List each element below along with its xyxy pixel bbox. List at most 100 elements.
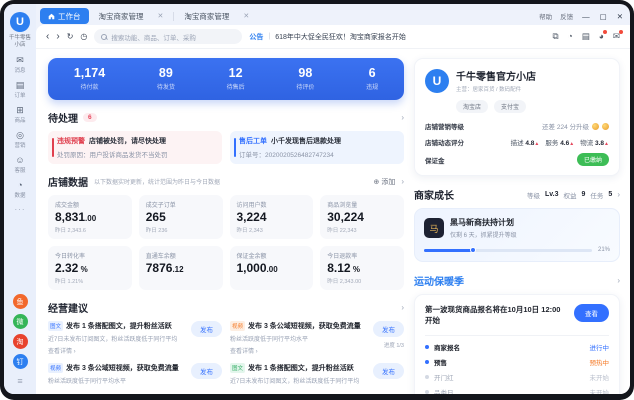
sidebar-item-service[interactable]: ☺ 客服 <box>14 155 25 175</box>
close-tab-icon[interactable]: ✕ <box>158 12 164 20</box>
shop-subtitle: 主营：居家百货 / 数码配件 <box>456 87 522 93</box>
stat-pending-review[interactable]: 98 待评价 <box>296 66 314 91</box>
metric-orders[interactable]: 成交子订单 265 昨日 236 <box>138 195 223 239</box>
todo-title: 待处理 <box>48 114 78 125</box>
metric-label: 访问用户数 <box>236 203 267 209</box>
tab-merchant-admin-2[interactable]: 淘宝商家管理 ✕ <box>176 8 257 24</box>
violation-alert-card[interactable]: 违规预警 店铺被处罚，请尽快处理 处罚原因：用户投诉商品发货不当处罚 <box>48 131 222 164</box>
metric-pageviews[interactable]: 商品浏览量 30,224 昨日 22,343 <box>320 195 404 239</box>
timeline-status: 未开始 <box>589 389 610 395</box>
qianniu-logo[interactable]: U <box>10 12 30 32</box>
metric-grid-row-1: 成交金额 8,831.00 昨日 2,343.6 成交子订单 265 昨日 23… <box>48 195 404 239</box>
close-button[interactable]: ✕ <box>616 12 624 21</box>
clock-icon[interactable]: ◔ <box>568 32 573 41</box>
stat-violations[interactable]: 6 违规 <box>366 66 378 91</box>
growth-program-card[interactable]: 马 黑马新商扶持计划 仅剩 6 天，抓紧提升等级 21% <box>414 208 620 262</box>
metric-value: 30,224 <box>327 210 364 224</box>
todo-count-badge: 6 <box>83 113 97 122</box>
tab-merchant-admin-1[interactable]: 淘宝商家管理 ✕ <box>91 8 172 24</box>
chevron-right-icon[interactable]: › <box>617 276 620 285</box>
refresh-button[interactable]: ↻ <box>67 32 74 41</box>
plugin-icon[interactable]: ⧉ <box>552 32 558 41</box>
publish-button[interactable]: 发布 <box>373 321 404 337</box>
stat-value: 12 <box>228 66 243 81</box>
weitao-app-icon[interactable]: 淘 <box>12 334 28 349</box>
publish-button[interactable]: 发布 <box>191 321 222 337</box>
page-icon[interactable]: ▤ <box>582 32 590 41</box>
suggestion-title: 发布 3 条公域短视频，获取免费流量 <box>248 323 361 330</box>
metric-sub: 昨日 2,343.00 <box>327 279 362 286</box>
stat-pending-aftersale[interactable]: 12 待售后 <box>227 66 245 91</box>
sidebar-item-products[interactable]: ⊞ 商品 <box>14 105 25 125</box>
dsr-row[interactable]: 店铺动态评分 描述 4.8▲ 服务 4.6▲ 物流 3.8▲ <box>425 137 609 147</box>
publish-button[interactable]: 发布 <box>191 363 222 379</box>
timeline-row-opening[interactable]: 开门红 未开始 <box>425 372 609 382</box>
hamburger-menu-icon[interactable]: ≡ <box>17 374 22 390</box>
stat-pending-shipment[interactable]: 89 待发货 <box>156 66 175 91</box>
feedback-link[interactable]: 反馈 <box>560 11 573 21</box>
progress-bar-fill <box>424 247 477 253</box>
back-button[interactable]: ‹ <box>46 31 49 42</box>
mail-icon[interactable]: ✉ <box>613 30 624 41</box>
tab-bar: 工作台 淘宝商家管理 ✕ 淘宝商家管理 ✕ 帮助 反馈 — ▢ ✕ <box>36 4 630 25</box>
view-detail-link[interactable]: 查看详情 › <box>48 346 185 355</box>
help-link[interactable]: 帮助 <box>539 11 552 21</box>
search-icon <box>101 33 108 40</box>
suggestion-card[interactable]: 视频 发布 3 条公域短视频，获取免费流量 粉丝活跃度低于同行平均水平 发布 <box>48 363 222 385</box>
history-button[interactable]: ◷ <box>80 32 87 41</box>
aftersale-alert-card[interactable]: 售后工单 小千发现售后退款处理 订单号：2020020526482747234 <box>230 131 404 164</box>
view-button[interactable]: 查看 <box>574 304 609 322</box>
timeline-row-presale[interactable]: 预售 预热中 <box>425 357 609 367</box>
suggestion-card[interactable]: 视频 发布 3 条公域短视频，获取免费流量 粉丝活跃度低于同行平均水平 查看详情 … <box>230 321 404 355</box>
timeline-row-category-day[interactable]: 品类日 未开始 <box>425 387 610 395</box>
chevron-right-icon[interactable]: › <box>401 113 404 122</box>
chevron-right-icon[interactable]: › <box>617 190 620 199</box>
metric-refund-rate[interactable]: 今日退款率 8.12 % 昨日 2,343.00 <box>320 246 404 290</box>
tab-workbench[interactable]: 工作台 <box>40 8 89 24</box>
tab-label: 淘宝商家管理 <box>98 11 144 21</box>
stat-pending-payment[interactable]: 1,174 待付款 <box>74 66 105 91</box>
sidebar-item-marketing[interactable]: ◎ 营销 <box>14 131 25 150</box>
add-metric-button[interactable]: ⊕ 添加 <box>374 177 396 187</box>
dingtalk-app-icon[interactable]: 钉 <box>12 354 28 369</box>
tasks-value: 5 <box>608 191 613 198</box>
suggestion-card[interactable]: 图文 发布 1 条搭配图文，提升粉丝活跃 近7日未发布订阅图文，粉丝活跃度低于同行… <box>48 321 222 355</box>
wechat-app-icon[interactable]: 微 <box>12 314 28 329</box>
sidebar-more-icon[interactable]: ··· <box>15 205 26 214</box>
chevron-right-icon[interactable]: › <box>401 303 404 312</box>
customer-service-icon: ☺ <box>15 155 25 166</box>
sidebar-item-messages[interactable]: ✉ 消息 <box>14 56 25 75</box>
stat-label: 待发货 <box>156 84 175 91</box>
search-input[interactable]: 搜索功能、商品、订单、采购 <box>94 29 243 44</box>
metric-conversion[interactable]: 今日转化率 2.32 % 昨日 1.21% <box>48 246 132 290</box>
suggestion-card[interactable]: 图文 发布 1 条搭配图文，提升粉丝活跃 近7日未发布订阅图文，粉丝活跃度低于同行… <box>230 363 404 385</box>
promo-card: 第一波现货商品报名将在10月10日 12:00开始 查看 商家报名 进行中 预售 <box>414 294 620 394</box>
announcement-tag: 公告 <box>249 33 264 41</box>
alipay-badge[interactable]: 支付宝 <box>494 100 527 113</box>
metric-visitors[interactable]: 访问用户数 3,224 昨日 2,343 <box>229 195 314 239</box>
view-detail-link[interactable]: 查看详情 › <box>230 346 367 355</box>
xianyu-app-icon[interactable]: 鱼 <box>12 294 28 309</box>
close-tab-icon[interactable]: ✕ <box>243 12 249 20</box>
metric-value: 3,224 <box>236 210 267 224</box>
chevron-right-icon[interactable]: › <box>401 177 404 186</box>
forward-button[interactable]: › <box>56 31 59 42</box>
notification-bell-icon[interactable]: ◕ <box>599 30 608 41</box>
sidebar-item-orders[interactable]: ▤ 订单 <box>14 81 25 100</box>
metric-ad-balance[interactable]: 直通车余额 7876.12 <box>138 246 223 290</box>
announcement-bar[interactable]: 公告 | 618年中大促全民狂欢！淘宝商家报名开始 <box>249 32 406 42</box>
metric-gmv[interactable]: 成交金额 8,831.00 昨日 2,343.6 <box>48 195 132 239</box>
shop-type-badge[interactable]: 淘宝店 <box>456 100 489 113</box>
publish-button[interactable]: 发布 <box>373 363 404 379</box>
sidebar-item-data[interactable]: ◔ 数据 <box>14 181 25 200</box>
metric-deposit[interactable]: 保证金余额 1,000.00 <box>229 246 314 290</box>
deposit-row[interactable]: 保证金 已缴纳 <box>425 153 609 166</box>
growth-title: 商家成长 <box>414 191 454 202</box>
product-icon: ⊞ <box>16 105 24 116</box>
minimize-button[interactable]: — <box>581 12 591 21</box>
marketing-level-row[interactable]: 店铺营销等级 还差 224 分升级 <box>425 121 609 131</box>
home-icon <box>48 13 55 19</box>
maximize-button[interactable]: ▢ <box>599 12 608 21</box>
main-content: 1,174 待付款 89 待发货 12 待售后 98 待评价 6 违规 待处理 … <box>36 49 630 394</box>
timeline-row-signup[interactable]: 商家报名 进行中 <box>425 342 609 352</box>
